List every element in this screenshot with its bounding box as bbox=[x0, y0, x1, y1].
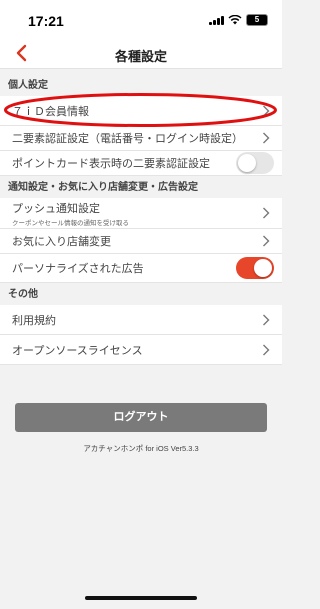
row-label: 二要素認証設定（電話番号・ログイン時設定） bbox=[12, 133, 243, 145]
section-header-notifications: 通知設定・お気に入り店舗変更・広告設定 bbox=[0, 176, 282, 198]
row-favorite-store[interactable]: お気に入り店舗変更 bbox=[0, 229, 282, 254]
row-two-factor-settings[interactable]: 二要素認証設定（電話番号・ログイン時設定） bbox=[0, 126, 282, 151]
section-header-personal: 個人設定 bbox=[0, 74, 282, 96]
row-7id-member-info[interactable]: ７ｉＤ会員情報 bbox=[0, 96, 282, 126]
row-label: 利用規約 bbox=[12, 314, 56, 327]
row-label: パーソナライズされた広告 bbox=[12, 263, 144, 275]
home-indicator bbox=[85, 596, 197, 600]
wifi-icon bbox=[228, 15, 242, 25]
status-icons: 5 bbox=[209, 14, 268, 26]
navigation-bar: 各種設定 bbox=[0, 40, 282, 69]
toggle-knob bbox=[254, 259, 272, 277]
row-label: ７ｉＤ会員情報 bbox=[12, 105, 89, 118]
chevron-right-icon bbox=[263, 132, 270, 144]
chevron-right-icon bbox=[263, 235, 270, 247]
point-card-2fa-toggle[interactable] bbox=[236, 152, 274, 174]
toggle-knob bbox=[238, 154, 256, 172]
chevron-right-icon bbox=[263, 314, 270, 325]
chevron-right-icon bbox=[263, 105, 270, 116]
row-personalized-ads: パーソナライズされた広告 bbox=[0, 254, 282, 283]
row-label: オープンソースライセンス bbox=[12, 344, 143, 357]
battery-icon: 5 bbox=[246, 14, 268, 26]
row-point-card-2fa: ポイントカード表示時の二要素認証設定 bbox=[0, 151, 282, 176]
row-label: ポイントカード表示時の二要素認証設定 bbox=[12, 158, 210, 170]
row-open-source-license[interactable]: オープンソースライセンス bbox=[0, 335, 282, 365]
row-terms[interactable]: 利用規約 bbox=[0, 305, 282, 335]
row-sublabel: クーポンやセール情報の通知を受け取る bbox=[12, 219, 129, 227]
chevron-right-icon bbox=[263, 344, 270, 355]
logout-button[interactable]: ログアウト bbox=[15, 403, 267, 432]
row-label: プッシュ通知設定 bbox=[12, 202, 100, 215]
row-push-notification[interactable]: プッシュ通知設定 クーポンやセール情報の通知を受け取る bbox=[0, 198, 282, 229]
section-header-other: その他 bbox=[0, 283, 282, 305]
status-bar: 17:21 5 bbox=[0, 0, 282, 40]
signal-icon bbox=[209, 15, 224, 25]
chevron-right-icon bbox=[263, 207, 270, 219]
app-version: アカチャンホンポ for iOS Ver5.3.3 bbox=[83, 444, 199, 453]
row-label: お気に入り店舗変更 bbox=[12, 236, 111, 248]
page-title: 各種設定 bbox=[114, 49, 167, 64]
status-time: 17:21 bbox=[28, 13, 64, 29]
personalized-ads-toggle[interactable] bbox=[236, 257, 274, 279]
